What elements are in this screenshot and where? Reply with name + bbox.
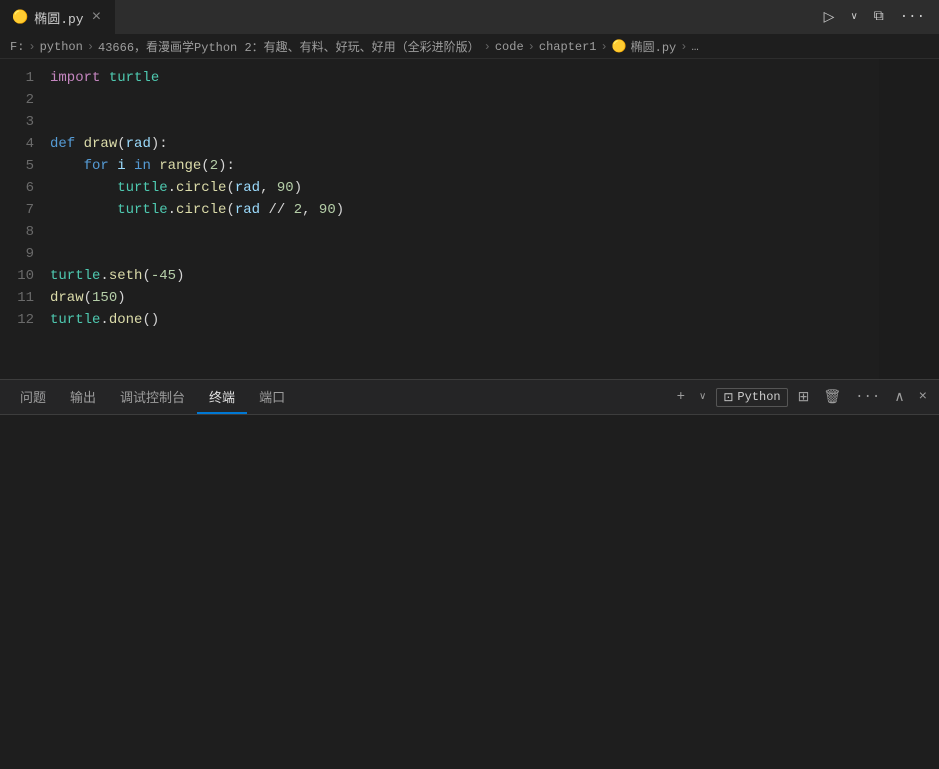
line-number: 2 — [0, 89, 50, 111]
minimap — [879, 59, 939, 379]
line-number: 4 — [0, 133, 50, 155]
breadcrumb-file-icon: 🟡 — [612, 39, 627, 54]
tab-bar: 🟡 椭圆.py × ▷ ∨ ⧉ ··· — [0, 0, 939, 35]
panel: 问题 输出 调试控制台 终端 端口 + ∨ ⊡ Python ⊞ 🗑 ··· ∧… — [0, 379, 939, 769]
table-row: 7 turtle.circle(rad // 2, 90) — [0, 199, 939, 221]
breadcrumb-ellipsis: … — [691, 40, 698, 54]
line-content: draw(150) — [50, 287, 939, 309]
add-terminal-dropdown[interactable]: ∨ — [695, 389, 710, 405]
panel-tab-bar: 问题 输出 调试控制台 终端 端口 + ∨ ⊡ Python ⊞ 🗑 ··· ∧… — [0, 380, 939, 415]
line-content: def draw(rad): — [50, 133, 939, 155]
table-row: 11draw(150) — [0, 287, 939, 309]
line-content: turtle.circle(rad, 90) — [50, 177, 939, 199]
breadcrumb-python: python — [40, 40, 83, 54]
line-number: 9 — [0, 243, 50, 265]
line-content — [50, 89, 939, 111]
table-row: 5 for i in range(2): — [0, 155, 939, 177]
split-terminal-button[interactable]: ⊞ — [794, 387, 814, 408]
table-row: 1import turtle — [0, 67, 939, 89]
line-number: 12 — [0, 309, 50, 331]
run-dropdown-button[interactable]: ∨ — [846, 9, 861, 25]
split-editor-button[interactable]: ⧉ — [870, 7, 888, 27]
line-content — [50, 243, 939, 265]
line-content: turtle.done() — [50, 309, 939, 331]
panel-up-button[interactable]: ∧ — [890, 387, 908, 408]
tab-terminal[interactable]: 终端 — [197, 380, 247, 414]
breadcrumb-book: 43666，看漫画学Python 2：有趣、有料、好玩、好用（全彩进阶版） — [98, 38, 480, 55]
table-row: 4def draw(rad): — [0, 133, 939, 155]
breadcrumb-file: 椭圆.py — [631, 38, 677, 55]
table-row: 12turtle.done() — [0, 309, 939, 331]
tab-debug-console[interactable]: 调试控制台 — [108, 380, 197, 414]
line-content: turtle.seth(-45) — [50, 265, 939, 287]
line-number: 11 — [0, 287, 50, 309]
breadcrumb-code: code — [495, 40, 524, 54]
run-button[interactable]: ▷ — [820, 7, 839, 28]
terminal-content[interactable] — [0, 415, 939, 769]
line-number: 8 — [0, 221, 50, 243]
breadcrumb: F: › python › 43666，看漫画学Python 2：有趣、有料、好… — [0, 35, 939, 59]
delete-terminal-button[interactable]: 🗑 — [819, 387, 845, 408]
table-row: 2 — [0, 89, 939, 111]
table-row: 8 — [0, 221, 939, 243]
table-row: 6 turtle.circle(rad, 90) — [0, 177, 939, 199]
table-row: 9 — [0, 243, 939, 265]
line-number: 10 — [0, 265, 50, 287]
more-actions-button[interactable]: ··· — [896, 7, 929, 27]
python-terminal-badge[interactable]: ⊡ Python — [716, 388, 787, 407]
editor-actions: ▷ ∨ ⧉ ··· — [820, 7, 939, 28]
line-number: 1 — [0, 67, 50, 89]
tab-problems[interactable]: 问题 — [8, 380, 58, 414]
code-lines: 1import turtle2 3 4def draw(rad):5 for i… — [0, 59, 939, 339]
table-row: 10turtle.seth(-45) — [0, 265, 939, 287]
line-number: 5 — [0, 155, 50, 177]
line-number: 7 — [0, 199, 50, 221]
panel-close-button[interactable]: × — [915, 387, 931, 407]
tab-filename: 椭圆.py — [34, 8, 83, 27]
line-content: import turtle — [50, 67, 939, 89]
panel-more-button[interactable]: ··· — [851, 387, 884, 407]
tab-close-button[interactable]: × — [90, 8, 104, 26]
breadcrumb-drive: F: — [10, 40, 24, 54]
line-content: for i in range(2): — [50, 155, 939, 177]
breadcrumb-chapter: chapter1 — [539, 40, 597, 54]
table-row: 3 — [0, 111, 939, 133]
tab-output[interactable]: 输出 — [58, 380, 108, 414]
python-label: Python — [737, 390, 780, 404]
panel-actions: + ∨ ⊡ Python ⊞ 🗑 ··· ∧ × — [673, 387, 931, 408]
line-content — [50, 221, 939, 243]
terminal-icon: ⊡ — [723, 390, 733, 405]
python-file-icon: 🟡 — [12, 10, 28, 25]
tab-ports[interactable]: 端口 — [247, 380, 297, 414]
line-content: turtle.circle(rad // 2, 90) — [50, 199, 939, 221]
line-number: 3 — [0, 111, 50, 133]
line-content — [50, 111, 939, 133]
editor-wrapper: 1import turtle2 3 4def draw(rad):5 for i… — [0, 59, 939, 379]
add-terminal-button[interactable]: + — [673, 387, 689, 407]
file-tab[interactable]: 🟡 椭圆.py × — [0, 0, 116, 34]
code-editor[interactable]: 1import turtle2 3 4def draw(rad):5 for i… — [0, 59, 939, 379]
line-number: 6 — [0, 177, 50, 199]
